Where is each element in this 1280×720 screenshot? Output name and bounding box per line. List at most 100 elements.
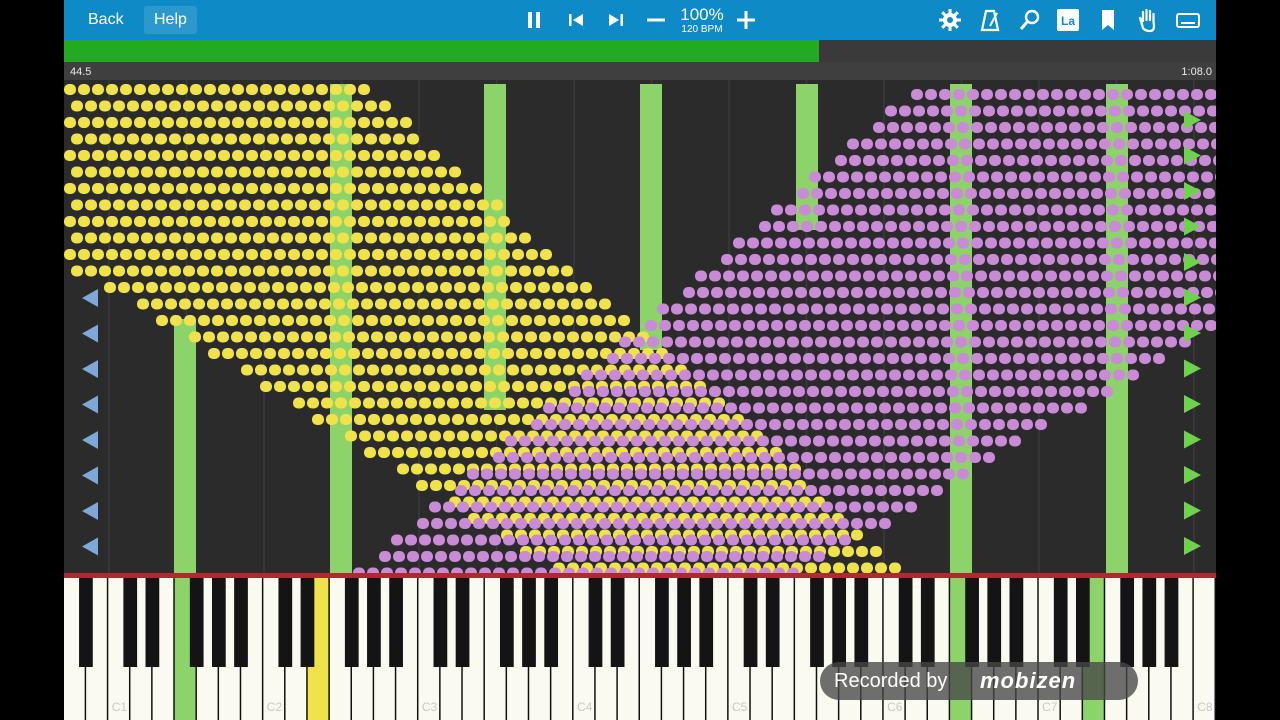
note [1125, 353, 1137, 364]
metronome-icon[interactable] [976, 6, 1004, 34]
black-key[interactable] [1142, 577, 1157, 667]
bookmark-icon[interactable] [1094, 6, 1122, 34]
note [321, 397, 333, 409]
help-button[interactable]: Help [144, 6, 197, 34]
hand-icon[interactable] [1134, 6, 1162, 34]
black-key[interactable] [344, 577, 359, 667]
black-key[interactable] [1120, 577, 1135, 667]
note [148, 150, 160, 161]
note [379, 133, 391, 145]
black-key[interactable] [455, 577, 470, 667]
note [879, 287, 891, 298]
note [211, 133, 223, 145]
black-key[interactable] [810, 577, 824, 667]
note [869, 204, 881, 216]
back-button[interactable]: Back [78, 6, 134, 34]
note [337, 232, 349, 244]
black-key[interactable] [854, 577, 869, 667]
note [815, 452, 827, 463]
note [449, 232, 461, 244]
note [428, 183, 440, 194]
note [120, 249, 132, 260]
keyboard-icon[interactable] [1174, 6, 1202, 34]
skip-forward-icon[interactable] [602, 6, 630, 34]
black-key[interactable] [145, 577, 160, 667]
white-key[interactable] [1193, 577, 1215, 720]
black-key[interactable] [920, 577, 935, 667]
settings-gear-icon[interactable] [936, 6, 964, 34]
note [386, 183, 398, 194]
note [267, 265, 279, 277]
note [295, 232, 307, 244]
note [239, 133, 251, 145]
label-icon[interactable]: La [1054, 6, 1082, 34]
note [498, 216, 510, 227]
black-key[interactable] [389, 577, 403, 667]
black-key[interactable] [610, 577, 625, 667]
note [292, 348, 304, 359]
black-key[interactable] [699, 577, 714, 667]
note [141, 232, 153, 244]
black-key[interactable] [1075, 577, 1090, 667]
black-key[interactable] [189, 577, 204, 667]
note [1057, 138, 1069, 150]
note [1209, 122, 1216, 133]
black-key[interactable] [832, 577, 847, 667]
black-key[interactable] [965, 577, 979, 667]
note [1123, 105, 1135, 117]
note [286, 282, 298, 293]
black-key[interactable] [765, 577, 780, 667]
note [222, 348, 234, 359]
note [407, 551, 419, 562]
zoom-in-icon[interactable] [732, 6, 760, 34]
note [811, 303, 823, 315]
black-key[interactable] [544, 577, 559, 667]
black-key[interactable] [1053, 577, 1068, 667]
black-key[interactable] [655, 577, 669, 667]
note [428, 381, 440, 392]
note [859, 237, 871, 249]
note [1039, 221, 1051, 232]
black-key[interactable] [588, 577, 603, 667]
black-key[interactable] [211, 577, 226, 667]
black-key[interactable] [300, 577, 315, 667]
note [997, 336, 1009, 348]
zoom-out-icon[interactable] [642, 6, 670, 34]
note [311, 364, 323, 376]
black-key[interactable] [1009, 577, 1024, 667]
black-key[interactable] [1164, 577, 1179, 667]
note [339, 364, 351, 376]
note [835, 501, 847, 513]
black-key[interactable] [522, 577, 536, 667]
note [729, 551, 741, 562]
black-key[interactable] [743, 577, 758, 667]
search-icon[interactable] [1016, 6, 1044, 34]
right-hand-marker [1184, 466, 1201, 484]
note [891, 386, 903, 397]
note [855, 435, 867, 447]
note [839, 188, 851, 199]
note [71, 199, 83, 211]
timeline-strip[interactable] [64, 62, 1216, 80]
black-key[interactable] [234, 577, 248, 667]
black-key[interactable] [677, 577, 691, 667]
black-key[interactable] [123, 577, 138, 667]
note [973, 138, 985, 150]
note [218, 183, 230, 194]
skip-back-icon[interactable] [562, 6, 590, 34]
note [492, 315, 504, 326]
note [78, 216, 90, 227]
note [677, 468, 689, 480]
note [456, 249, 468, 260]
black-key[interactable] [433, 577, 448, 667]
black-key[interactable] [499, 577, 514, 667]
black-key[interactable] [898, 577, 913, 667]
black-key[interactable] [987, 577, 1002, 667]
note [448, 447, 460, 458]
black-key[interactable] [278, 577, 293, 667]
note [657, 419, 669, 430]
black-key[interactable] [79, 577, 93, 667]
black-key[interactable] [367, 577, 381, 667]
pause-icon[interactable] [520, 6, 548, 34]
note [92, 216, 104, 227]
